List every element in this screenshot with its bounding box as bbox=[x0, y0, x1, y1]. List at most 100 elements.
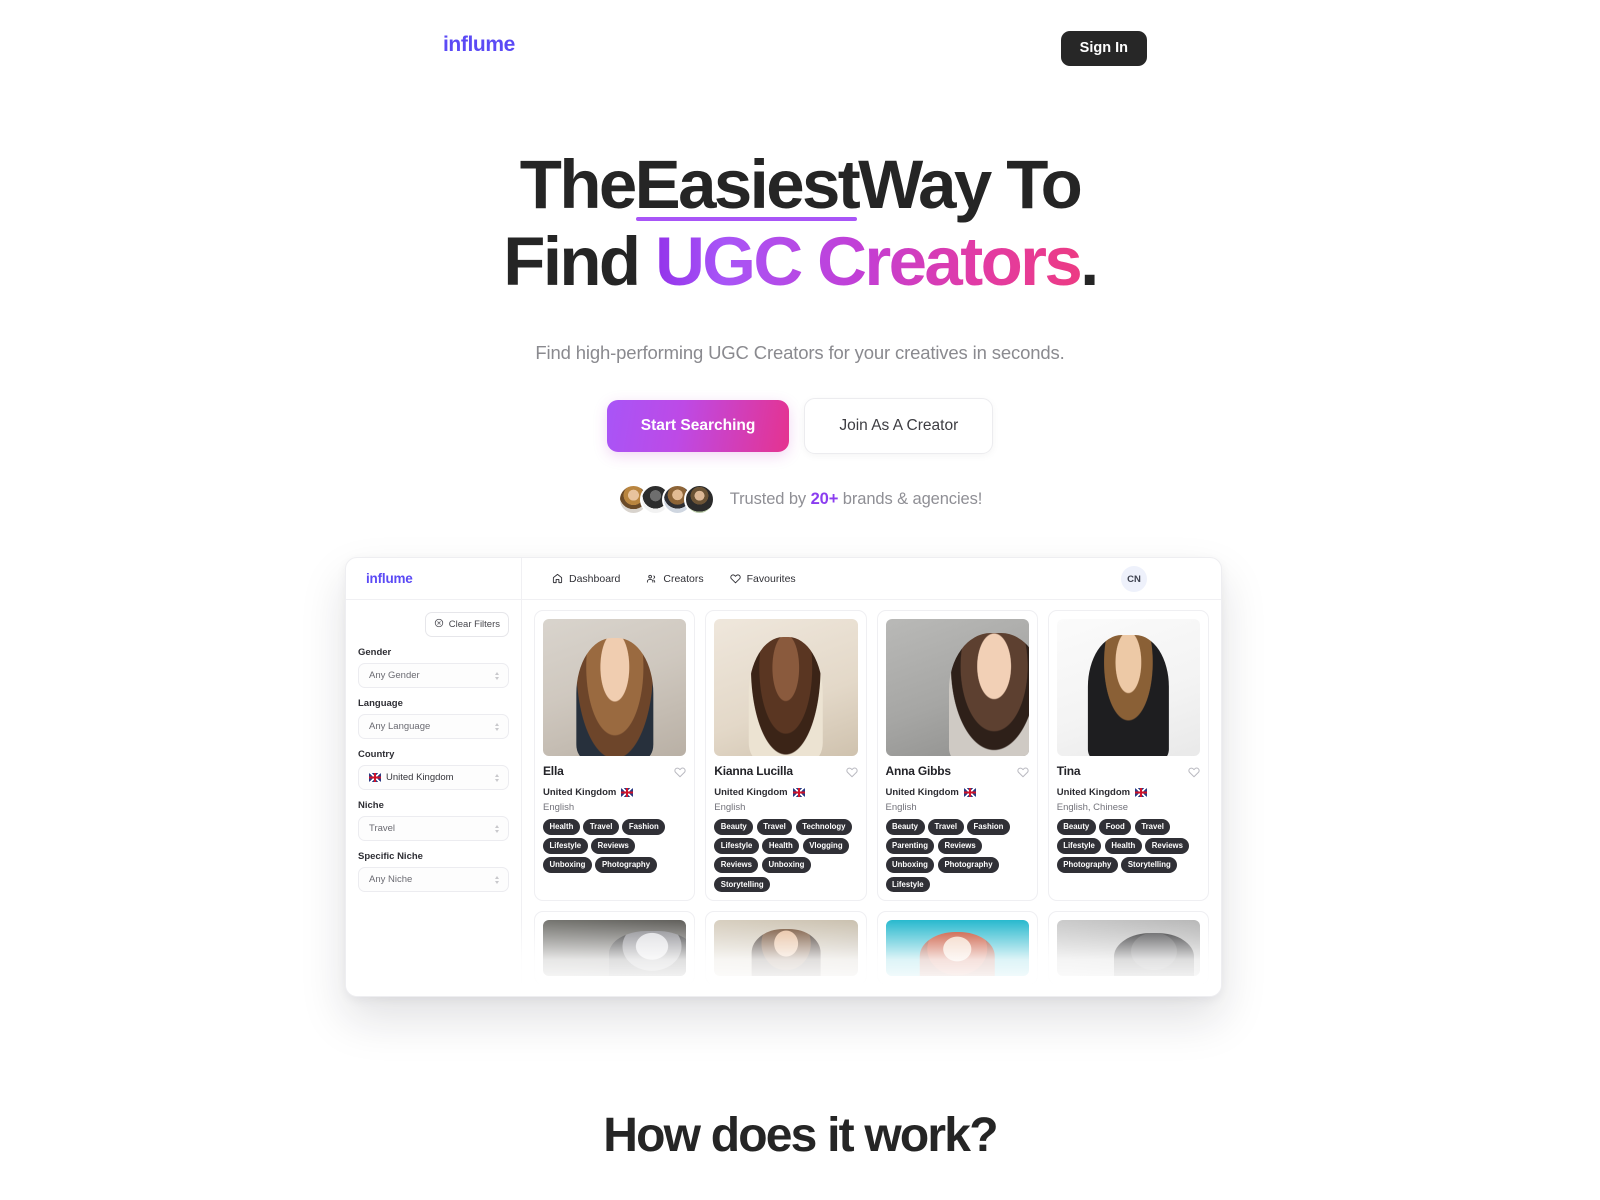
nav-label: Creators bbox=[663, 572, 704, 585]
creator-name: Anna Gibbs bbox=[885, 764, 952, 778]
chevron-updown-icon bbox=[495, 773, 499, 782]
filter-label: Language bbox=[358, 698, 403, 709]
favourite-heart-icon[interactable] bbox=[1188, 765, 1200, 783]
tag: Unboxing bbox=[885, 857, 935, 874]
tag: Travel bbox=[1134, 819, 1171, 835]
tag: Health bbox=[1104, 838, 1142, 854]
tag: Lifestyle bbox=[885, 876, 931, 893]
chevron-updown-icon bbox=[495, 824, 499, 833]
creator-card[interactable]: Tina United Kingdom English, Chinese Bea… bbox=[1047, 610, 1209, 902]
creator-country: United Kingdom bbox=[714, 787, 857, 798]
creator-photo bbox=[714, 619, 858, 756]
creator-card[interactable] bbox=[876, 911, 1038, 986]
join-as-creator-button[interactable]: Join As A Creator bbox=[804, 398, 994, 454]
niche-select[interactable]: Travel bbox=[358, 816, 509, 841]
country-select[interactable]: United Kingdom bbox=[358, 765, 509, 790]
filter-group-country: Country United Kingdom bbox=[358, 739, 509, 790]
user-avatar[interactable]: CN bbox=[1121, 566, 1147, 592]
uk-flag-icon bbox=[621, 788, 634, 797]
close-circle-icon bbox=[434, 618, 444, 631]
uk-flag-icon bbox=[792, 788, 805, 797]
headline-line-2: Find UGC Creators. bbox=[0, 227, 1600, 296]
creator-tags: Beauty Travel Technology Lifestyle Healt… bbox=[714, 819, 857, 893]
creator-tags: Health Travel Fashion Lifestyle Reviews … bbox=[543, 819, 686, 874]
site-logo[interactable]: influme bbox=[443, 33, 515, 57]
clear-filters-button[interactable]: Clear Filters bbox=[424, 612, 509, 637]
headline-way-to: Way To bbox=[858, 146, 1083, 223]
filter-label: Specific Niche bbox=[358, 851, 423, 862]
headline-the: The bbox=[519, 146, 637, 223]
creator-card-header: Kianna Lucilla bbox=[714, 764, 858, 783]
creator-country: United Kingdom bbox=[886, 787, 1029, 798]
creator-card[interactable] bbox=[534, 911, 696, 986]
language-select[interactable]: Any Language bbox=[358, 714, 509, 739]
nav-item-favourites[interactable]: Favourites bbox=[730, 573, 796, 585]
home-icon bbox=[552, 573, 563, 584]
creator-languages: English, Chinese bbox=[1056, 802, 1129, 813]
country-label: United Kingdom bbox=[543, 787, 617, 798]
creator-name: Kianna Lucilla bbox=[714, 764, 793, 778]
headline-line-1: TheEasiestWay To bbox=[0, 150, 1600, 221]
tag: Technology bbox=[795, 819, 852, 835]
favourite-heart-icon[interactable] bbox=[674, 765, 686, 783]
tag: Parenting bbox=[885, 838, 935, 854]
filter-group-gender: Gender Any Gender bbox=[358, 637, 509, 688]
creator-card[interactable]: Ella United Kingdom English Health Trave… bbox=[534, 610, 696, 902]
creator-card-header: Ella bbox=[543, 764, 686, 783]
creator-grid: Ella United Kingdom English Health Trave… bbox=[534, 610, 1209, 902]
filter-group-niche: Niche Travel bbox=[358, 790, 509, 841]
trust-count: 20+ bbox=[810, 490, 839, 508]
creator-tags: Beauty Food Travel Lifestyle Health Revi… bbox=[1056, 819, 1200, 874]
tag: Unboxing bbox=[543, 857, 592, 874]
chevron-updown-icon bbox=[495, 671, 499, 680]
nav-item-dashboard[interactable]: Dashboard bbox=[552, 573, 620, 585]
heart-icon bbox=[730, 573, 741, 584]
creator-name: Ella bbox=[543, 764, 564, 778]
clear-filters-label: Clear Filters bbox=[448, 619, 500, 630]
filter-value: Travel bbox=[369, 823, 396, 834]
creator-card[interactable]: Anna Gibbs United Kingdom English Beauty… bbox=[876, 610, 1038, 902]
tag: Unboxing bbox=[761, 857, 811, 874]
uk-flag-icon bbox=[963, 788, 976, 797]
country-label: United Kingdom bbox=[885, 787, 959, 798]
specific-niche-select[interactable]: Any Niche bbox=[358, 867, 509, 892]
nav-item-creators[interactable]: Creators bbox=[646, 572, 704, 585]
creator-card[interactable] bbox=[705, 911, 867, 986]
sign-in-button[interactable]: Sign In bbox=[1060, 31, 1147, 67]
app-nav-links: Dashboard Creators Favourites bbox=[522, 573, 796, 585]
top-navbar: influme Sign In bbox=[0, 0, 1600, 96]
creator-languages: English bbox=[543, 802, 575, 813]
trust-suffix: brands & agencies! bbox=[838, 490, 983, 508]
favourite-heart-icon[interactable] bbox=[845, 765, 858, 783]
creator-languages: English bbox=[885, 802, 917, 813]
trust-text: Trusted by 20+ brands & agencies! bbox=[730, 490, 983, 509]
creator-results: Ella United Kingdom English Health Trave… bbox=[522, 600, 1221, 996]
filter-group-language: Language Any Language bbox=[358, 688, 509, 739]
start-searching-button[interactable]: Start Searching bbox=[606, 400, 790, 452]
gender-select[interactable]: Any Gender bbox=[358, 663, 509, 688]
creator-card[interactable] bbox=[1047, 911, 1209, 986]
app-mockup: influme Dashboard Creators Favourites CN… bbox=[345, 557, 1222, 997]
filter-value: United Kingdom bbox=[386, 772, 454, 783]
tag: Photography bbox=[937, 857, 1000, 874]
tag: Photography bbox=[595, 857, 657, 874]
tag: Reviews bbox=[591, 838, 636, 854]
tag: Beauty bbox=[714, 819, 754, 835]
tag: Reviews bbox=[1145, 838, 1190, 854]
filter-label: Niche bbox=[358, 800, 384, 811]
tag: Health bbox=[543, 819, 580, 835]
favourite-heart-icon[interactable] bbox=[1017, 765, 1029, 783]
tag: Lifestyle bbox=[1056, 838, 1102, 854]
tag: Travel bbox=[583, 819, 619, 835]
filter-value: Any Niche bbox=[369, 874, 413, 885]
creator-grid-row-2 bbox=[534, 911, 1209, 986]
creator-photo bbox=[885, 920, 1029, 977]
creator-card[interactable]: Kianna Lucilla United Kingdom English Be… bbox=[705, 610, 867, 902]
filter-value: Any Gender bbox=[369, 670, 420, 681]
tag: Health bbox=[762, 838, 800, 854]
chevron-updown-icon bbox=[495, 875, 499, 884]
app-logo[interactable]: influme bbox=[346, 558, 522, 600]
tag: Beauty bbox=[1056, 819, 1096, 835]
tag: Fashion bbox=[622, 819, 666, 835]
creator-photo bbox=[885, 619, 1029, 756]
